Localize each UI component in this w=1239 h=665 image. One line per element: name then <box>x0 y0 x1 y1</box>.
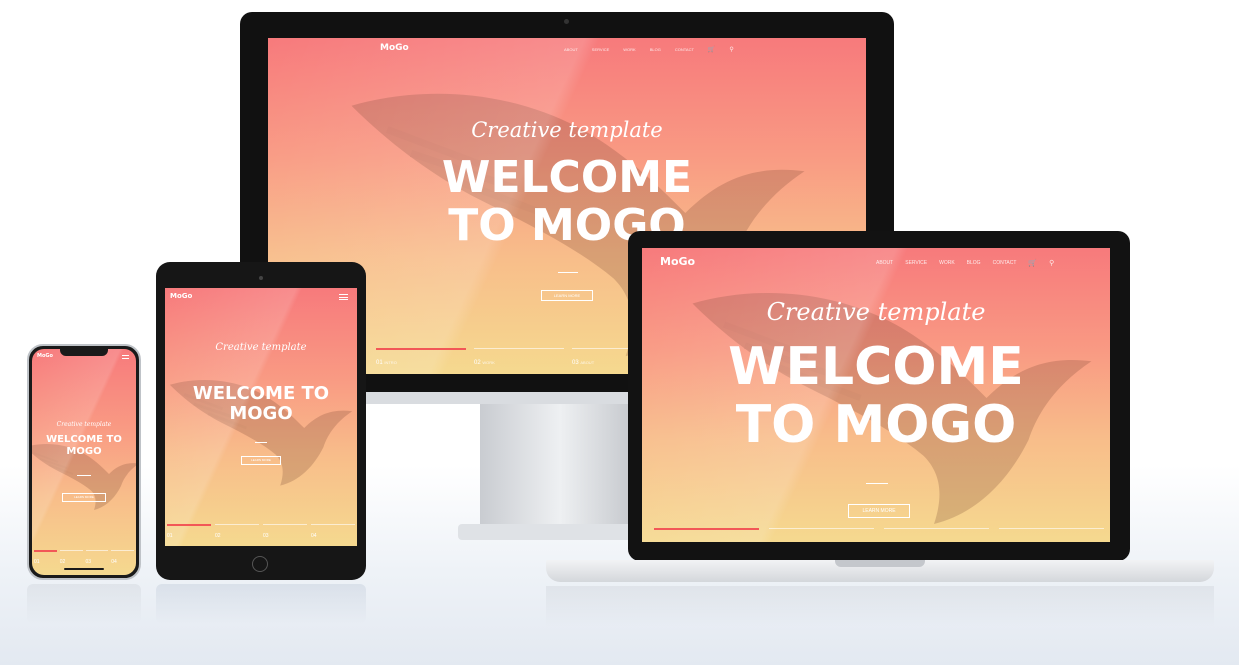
tablet-hamburger-menu-icon[interactable] <box>339 294 348 300</box>
laptop-screen: MoGo ABOUT SERVICE WORK BLOG CONTACT 🛒 ⚲… <box>642 248 1110 542</box>
laptop-logo[interactable]: MoGo <box>660 255 695 268</box>
desktop-logo[interactable]: MoGo <box>380 43 409 53</box>
laptop-cart-icon[interactable]: 🛒 <box>1028 259 1037 267</box>
floor-reflection <box>156 584 366 624</box>
laptop-headline: WELCOME TO MOGO <box>728 337 1024 455</box>
tablet-hero-divider <box>255 442 267 443</box>
tablet-headline: WELCOME TO MOGO <box>192 383 330 424</box>
desktop-hero-divider <box>558 272 578 273</box>
desktop-nav-about[interactable]: ABOUT <box>564 47 578 52</box>
tablet-camera-dot-icon <box>259 276 263 280</box>
laptop-tagline: Creative template <box>766 298 986 326</box>
tablet-home-button-icon[interactable] <box>252 556 268 572</box>
phone-home-indicator[interactable] <box>64 568 104 570</box>
tablet-logo[interactable]: MoGo <box>170 292 192 300</box>
phone-screen: MoGo Creative template WELCOME TO MOGO L… <box>32 349 136 575</box>
desktop-search-icon[interactable]: ⚲ <box>729 46 733 53</box>
phone-logo[interactable]: MoGo <box>37 353 53 359</box>
laptop-notch <box>835 560 925 567</box>
desktop-cart-icon[interactable]: 🛒 <box>708 46 715 53</box>
desktop-nav: ABOUT SERVICE WORK BLOG CONTACT 🛒 ⚲ <box>564 46 734 53</box>
phone-notch <box>60 349 108 356</box>
floor-reflection <box>546 586 1214 626</box>
laptop-nav-contact[interactable]: CONTACT <box>993 260 1017 266</box>
desktop-stand <box>480 404 640 526</box>
laptop-learn-more-button[interactable]: LEARN MORE <box>848 504 910 518</box>
phone-tagline: Creative template <box>56 421 112 428</box>
desktop-tagline: Creative template <box>471 118 663 142</box>
desktop-nav-work[interactable]: WORK <box>623 47 635 52</box>
desktop-nav-blog[interactable]: BLOG <box>650 47 661 52</box>
laptop-hero-divider <box>866 483 888 484</box>
laptop-nav-blog[interactable]: BLOG <box>967 260 981 266</box>
tablet-screen: MoGo Creative template WELCOME TO MOGO L… <box>165 288 357 546</box>
desktop-nav-service[interactable]: SERVICE <box>592 47 610 52</box>
tablet-tagline: Creative template <box>215 342 307 353</box>
desktop-learn-more-button[interactable]: LEARN MORE <box>541 290 593 301</box>
laptop-nav: ABOUT SERVICE WORK BLOG CONTACT 🛒 ⚲ <box>876 259 1054 267</box>
phone-headline: WELCOME TO MOGO <box>46 434 122 457</box>
phone-learn-more-button[interactable]: LEARN MORE <box>62 493 106 502</box>
tablet-learn-more-button[interactable]: LEARN MORE <box>241 456 281 465</box>
desktop-nav-contact[interactable]: CONTACT <box>675 47 694 52</box>
laptop-search-icon[interactable]: ⚲ <box>1049 259 1054 267</box>
laptop-nav-about[interactable]: ABOUT <box>876 260 893 266</box>
floor-reflection <box>27 584 141 624</box>
phone-hamburger-menu-icon[interactable] <box>122 355 129 359</box>
laptop-nav-service[interactable]: SERVICE <box>905 260 927 266</box>
laptop-nav-work[interactable]: WORK <box>939 260 955 266</box>
phone-hero-divider <box>77 475 91 476</box>
desktop-camera-dot-icon <box>564 19 569 24</box>
